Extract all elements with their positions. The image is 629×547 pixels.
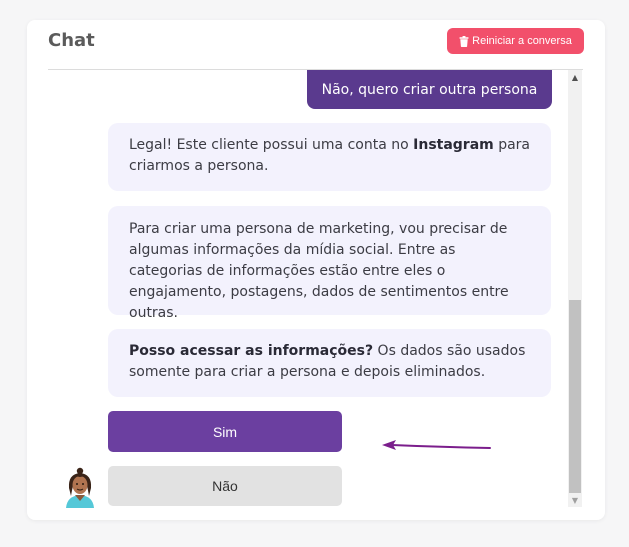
reset-conversation-button[interactable]: Reiniciar a conversa <box>447 28 584 54</box>
scroll-up-icon[interactable]: ▲ <box>568 70 582 84</box>
trash-icon <box>459 35 469 47</box>
arrow-left-icon <box>382 437 492 456</box>
scroll-down-icon[interactable]: ▼ <box>568 493 582 507</box>
reset-conversation-label: Reiniciar a conversa <box>472 35 572 47</box>
bot-message: Para criar uma persona de marketing, vou… <box>108 206 551 321</box>
bot-message-bold: Posso acessar as informações? <box>129 343 374 359</box>
bot-message-bold: Instagram <box>413 137 494 153</box>
chat-card: Chat Reiniciar a conversa Não, quero cri… <box>27 20 605 520</box>
bot-message: Legal! Este cliente possui uma conta no … <box>108 123 551 191</box>
yes-button[interactable]: Sim <box>108 411 342 452</box>
chat-title: Chat <box>48 30 95 51</box>
bot-message-text: Para criar uma persona de marketing, vou… <box>129 221 509 321</box>
scrollbar-thumb[interactable] <box>569 300 581 493</box>
chat-messages[interactable]: Não, quero criar outra persona Legal! Es… <box>48 70 584 508</box>
user-message: Não, quero criar outra persona <box>307 70 552 109</box>
vertical-scrollbar[interactable]: ▲ ▼ <box>568 70 582 507</box>
bot-message-text: Legal! Este cliente possui uma conta no <box>129 137 414 153</box>
no-button[interactable]: Não <box>108 466 342 506</box>
bot-avatar <box>60 466 100 508</box>
bot-message: Posso acessar as informações? Os dados s… <box>108 329 551 397</box>
